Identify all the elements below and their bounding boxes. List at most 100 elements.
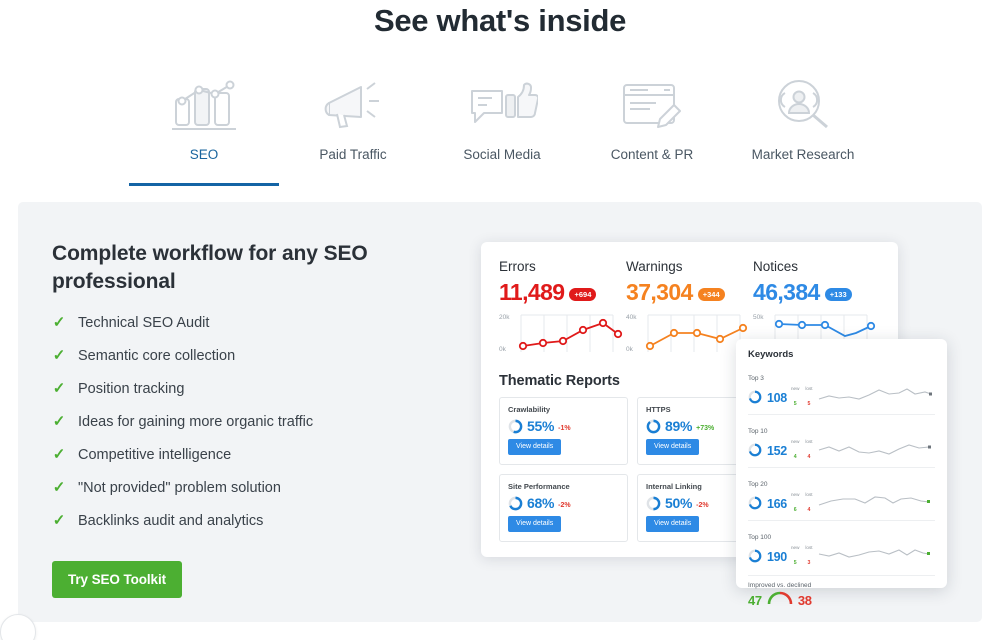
tab-underline bbox=[727, 183, 879, 186]
lost-label: lost bbox=[805, 385, 813, 391]
report-percent: 50% bbox=[665, 495, 693, 511]
thumbs-up-icon bbox=[466, 68, 538, 142]
donut-icon bbox=[646, 496, 661, 511]
tab-label-market-research: Market Research bbox=[751, 147, 855, 162]
keyword-new: new 5 bbox=[791, 386, 799, 410]
check-icon: ✓ bbox=[52, 314, 66, 331]
feature-item: ✓ Backlinks audit and analytics bbox=[52, 510, 442, 532]
tab-seo[interactable]: SEO bbox=[129, 68, 279, 186]
metric-errors: Errors 11,489 +694 20k 0k bbox=[499, 258, 626, 359]
axis-label-bottom: 0k bbox=[499, 346, 507, 353]
report-delta: -1% bbox=[558, 424, 571, 432]
keyword-trend-sparkline bbox=[817, 385, 935, 410]
gauge-icon bbox=[767, 591, 793, 610]
new-value: 4 bbox=[793, 453, 797, 460]
metric-title: Errors bbox=[499, 259, 536, 274]
report-card-crawlability[interactable]: Crawlability 55% -1% View details bbox=[499, 397, 628, 465]
warnings-sparkline-chart: 40k 0k bbox=[626, 310, 753, 359]
feature-label: Position tracking bbox=[78, 381, 185, 397]
donut-icon bbox=[748, 390, 763, 405]
magnifier-people-icon bbox=[767, 68, 839, 142]
category-tabs: SEO Paid Traffic Social Media Content & … bbox=[129, 68, 879, 186]
new-value: 5 bbox=[793, 559, 797, 566]
keyword-row-label: Top 3 bbox=[748, 375, 764, 382]
megaphone-icon bbox=[317, 68, 389, 142]
feature-label: Backlinks audit and analytics bbox=[78, 513, 264, 529]
keyword-new: new 4 bbox=[791, 439, 799, 463]
keyword-row-label: Top 100 bbox=[748, 534, 772, 541]
keyword-lost: lost 4 bbox=[805, 439, 812, 463]
improved-vs-declined: Improved vs. declined 47 38 bbox=[748, 575, 935, 610]
new-label: new bbox=[790, 438, 800, 444]
donut-icon bbox=[748, 443, 763, 458]
axis-label-bottom: 0k bbox=[626, 346, 634, 353]
keyword-new: new 6 bbox=[791, 492, 799, 516]
keyword-count: 190 bbox=[767, 549, 787, 564]
lost-value: 5 bbox=[807, 400, 811, 407]
metric-warnings: Warnings 37,304 +344 40k 0k bbox=[626, 258, 753, 359]
tab-social-media[interactable]: Social Media bbox=[427, 68, 577, 186]
page-title: See what's inside bbox=[373, 3, 627, 38]
metric-value: 46,384 bbox=[753, 279, 820, 305]
metric-value: 11,489 bbox=[499, 279, 565, 305]
donut-icon bbox=[508, 496, 523, 511]
tab-underline bbox=[427, 183, 577, 186]
axis-label-top: 40k bbox=[626, 314, 637, 321]
donut-icon bbox=[508, 419, 523, 434]
view-details-button[interactable]: View details bbox=[646, 439, 700, 455]
new-value: 6 bbox=[793, 506, 797, 513]
new-value: 5 bbox=[793, 400, 797, 407]
feature-label: "Not provided" problem solution bbox=[78, 480, 281, 496]
keyword-row-label: Top 20 bbox=[748, 481, 768, 488]
lost-value: 3 bbox=[807, 559, 811, 566]
axis-label-top: 20k bbox=[499, 314, 510, 321]
improved-declined-label: Improved vs. declined bbox=[748, 582, 812, 589]
report-card-site-performance[interactable]: Site Performance 68% -2% View details bbox=[499, 474, 628, 542]
tab-label-paid-traffic: Paid Traffic bbox=[319, 147, 387, 162]
donut-icon bbox=[748, 496, 763, 511]
check-icon: ✓ bbox=[52, 446, 66, 463]
keyword-row-top-100: Top 100 190 new 5 lost 3 bbox=[748, 520, 935, 573]
feature-label: Ideas for gaining more organic traffic bbox=[78, 414, 314, 430]
keyword-trend-sparkline bbox=[817, 491, 935, 516]
keyword-count: 152 bbox=[767, 443, 787, 458]
report-percent: 89% bbox=[665, 418, 693, 434]
carousel-prev-button[interactable] bbox=[0, 614, 36, 640]
report-name: Crawlability bbox=[508, 405, 551, 414]
keyword-count: 166 bbox=[767, 496, 787, 511]
keyword-row-label: Top 10 bbox=[748, 428, 768, 435]
tab-content-pr[interactable]: Content & PR bbox=[577, 68, 727, 186]
check-icon: ✓ bbox=[52, 479, 66, 496]
keyword-row-top-20: Top 20 166 new 6 lost 4 bbox=[748, 467, 935, 520]
keyword-row-top-3: Top 3 108 new 5 lost 5 bbox=[748, 367, 935, 414]
view-details-button[interactable]: View details bbox=[646, 516, 700, 532]
view-details-button[interactable]: View details bbox=[508, 516, 562, 532]
feature-heading: Complete workflow for any SEO profession… bbox=[52, 242, 368, 293]
feature-label: Semantic core collection bbox=[78, 348, 236, 364]
feature-item: ✓ Competitive intelligence bbox=[52, 444, 442, 466]
view-details-button[interactable]: View details bbox=[508, 439, 562, 455]
feature-copy-column: Complete workflow for any SEO profession… bbox=[52, 240, 442, 598]
bar-chart-icon bbox=[168, 68, 240, 142]
new-label: new bbox=[790, 544, 800, 550]
feature-item: ✓ "Not provided" problem solution bbox=[52, 477, 442, 499]
metric-title: Notices bbox=[753, 259, 799, 274]
improved-value: 47 bbox=[748, 593, 762, 608]
feature-label: Technical SEO Audit bbox=[78, 315, 210, 331]
tab-label-content-pr: Content & PR bbox=[610, 147, 694, 162]
tab-active-underline bbox=[129, 183, 279, 186]
try-seo-toolkit-button[interactable]: Try SEO Toolkit bbox=[52, 561, 183, 598]
keywords-title: Keywords bbox=[748, 349, 794, 360]
tab-market-research[interactable]: Market Research bbox=[727, 68, 879, 186]
metric-delta-badge: +133 bbox=[824, 287, 852, 301]
keyword-row-top-10: Top 10 152 new 4 lost 4 bbox=[748, 414, 935, 467]
check-icon: ✓ bbox=[52, 347, 66, 364]
keyword-trend-sparkline bbox=[817, 544, 935, 569]
tab-underline bbox=[279, 183, 427, 186]
report-name: Site Performance bbox=[508, 482, 570, 491]
tab-paid-traffic[interactable]: Paid Traffic bbox=[279, 68, 427, 186]
keyword-new: new 5 bbox=[791, 545, 799, 569]
feature-item: ✓ Ideas for gaining more organic traffic bbox=[52, 411, 442, 433]
new-label: new bbox=[790, 491, 800, 497]
declined-value: 38 bbox=[797, 593, 812, 608]
